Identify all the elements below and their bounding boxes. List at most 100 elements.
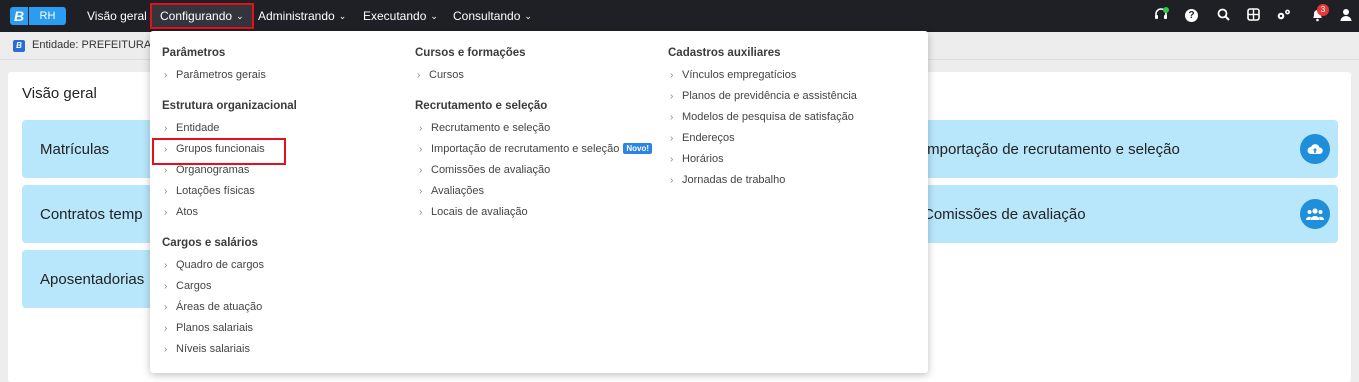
chevron-right-icon: ›	[164, 260, 168, 271]
chevron-right-icon: ›	[419, 123, 423, 134]
chevron-down-icon: ⌄	[236, 11, 244, 21]
chevron-right-icon: ›	[670, 112, 674, 123]
nav-visao-geral[interactable]: Visão geral	[87, 0, 147, 32]
menu-item-label: Planos salariais	[176, 322, 254, 334]
menu-item-label: Cursos	[429, 69, 464, 81]
menu-item-cargos[interactable]: › Cargos	[164, 280, 211, 292]
menu-item-planos-previdencia[interactable]: › Planos de previdência e assistência	[670, 90, 857, 102]
section-title-cargos-salarios: Cargos e salários	[162, 237, 258, 249]
section-title-estrutura-organizacional: Estrutura organizacional	[162, 100, 297, 112]
nav-administrando[interactable]: Administrando ⌄	[258, 0, 346, 32]
chevron-right-icon: ›	[164, 165, 168, 176]
menu-item-label: Atos	[176, 206, 199, 218]
section-title-parametros: Parâmetros	[162, 47, 226, 59]
menu-item-label: Organogramas	[176, 164, 250, 176]
apps-grid-icon[interactable]	[1245, 8, 1261, 24]
nav-label: Executando	[363, 9, 427, 23]
chevron-down-icon: ⌄	[338, 11, 347, 21]
chevron-right-icon: ›	[164, 70, 168, 81]
nav-consultando[interactable]: Consultando ⌄	[453, 0, 532, 32]
search-icon[interactable]	[1215, 8, 1231, 24]
menu-item-locais-avaliacao[interactable]: › Locais de avaliação	[419, 206, 528, 218]
menu-item-label: Cargos	[176, 280, 212, 292]
menu-item-organogramas[interactable]: › Organogramas	[164, 164, 249, 176]
entity-label[interactable]: Entidade: PREFEITURA D	[32, 39, 162, 51]
chevron-right-icon: ›	[164, 281, 168, 292]
nav-label: Visão geral	[87, 9, 147, 23]
menu-item-planos-salariais[interactable]: › Planos salariais	[164, 322, 253, 334]
card-importacao-recrutamento[interactable]: Importação de recrutamento e seleção	[905, 120, 1338, 178]
menu-item-lotacoes-fisicas[interactable]: › Lotações físicas	[164, 185, 255, 197]
users-icon	[1300, 199, 1330, 229]
card-label: Contratos temp	[40, 205, 143, 223]
app-logo[interactable]: B RH	[10, 7, 66, 25]
chevron-right-icon: ›	[670, 175, 674, 186]
menu-item-jornadas-trabalho[interactable]: › Jornadas de trabalho	[670, 174, 785, 186]
nav-configurando[interactable]: Configurando ⌄	[150, 3, 254, 29]
menu-item-label: Níveis salariais	[176, 343, 250, 355]
menu-item-label: Áreas de atuação	[176, 301, 263, 313]
chevron-right-icon: ›	[164, 186, 168, 197]
menu-item-atos[interactable]: › Atos	[164, 206, 198, 218]
section-title-recrutamento-selecao: Recrutamento e seleção	[415, 100, 548, 112]
settings-gears-icon[interactable]	[1276, 8, 1292, 24]
chevron-right-icon: ›	[670, 154, 674, 165]
menu-item-avaliacoes[interactable]: › Avaliações	[419, 185, 484, 197]
chevron-right-icon: ›	[417, 70, 421, 81]
chevron-right-icon: ›	[164, 123, 168, 134]
menu-item-enderecos[interactable]: › Endereços	[670, 132, 735, 144]
chevron-right-icon: ›	[419, 186, 423, 197]
menu-item-label: Importação de recrutamento e seleção	[431, 143, 620, 155]
menu-item-importacao-recrutamento[interactable]: › Importação de recrutamento e seleção Nov…	[419, 143, 652, 155]
bell-icon[interactable]: 3	[1309, 4, 1329, 24]
chevron-right-icon: ›	[164, 207, 168, 218]
chevron-right-icon: ›	[670, 91, 674, 102]
card-label: Importação de recrutamento e seleção	[923, 140, 1180, 158]
menu-item-label: Recrutamento e seleção	[431, 122, 551, 134]
menu-item-parametros-gerais[interactable]: › Parâmetros gerais	[164, 69, 266, 81]
chevron-down-icon: ⌄	[430, 11, 438, 21]
chevron-down-icon: ⌄	[524, 11, 532, 21]
entity-logo-icon: B	[13, 40, 25, 52]
menu-item-label: Horários	[682, 153, 724, 165]
chevron-right-icon: ›	[670, 70, 674, 81]
menu-item-quadro-cargos[interactable]: › Quadro de cargos	[164, 259, 264, 271]
chevron-right-icon: ›	[419, 144, 423, 155]
menu-item-cursos[interactable]: › Cursos	[417, 69, 464, 81]
menu-item-horarios[interactable]: › Horários	[670, 153, 724, 165]
menu-item-niveis-salariais[interactable]: › Níveis salariais	[164, 343, 250, 355]
configurando-dropdown-menu: Parâmetros › Parâmetros gerais Estrutura …	[150, 31, 928, 373]
menu-item-label: Quadro de cargos	[176, 259, 265, 271]
section-title-cursos-formacoes: Cursos e formações	[415, 47, 526, 59]
section-title-cadastros-auxiliares: Cadastros auxiliares	[668, 47, 781, 59]
chevron-right-icon: ›	[419, 207, 423, 218]
logo-product: RH	[28, 7, 66, 25]
menu-item-entidade[interactable]: › Entidade	[164, 122, 219, 134]
card-comissoes-avaliacao[interactable]: Comissões de avaliação	[905, 185, 1338, 243]
menu-item-comissoes-avaliacao[interactable]: › Comissões de avaliação	[419, 164, 550, 176]
headset-icon[interactable]	[1153, 7, 1169, 24]
menu-item-label: Jornadas de trabalho	[682, 174, 786, 186]
menu-item-label: Modelos de pesquisa de satisfação	[682, 111, 854, 123]
card-label: Aposentadorias	[40, 270, 145, 288]
menu-item-areas-atuacao[interactable]: › Áreas de atuação	[164, 301, 262, 313]
online-status-dot	[1163, 7, 1169, 13]
help-icon[interactable]: ?	[1185, 9, 1198, 22]
nav-label: Administrando	[258, 9, 335, 23]
chevron-right-icon: ›	[670, 133, 674, 144]
card-label: Comissões de avaliação	[923, 205, 1086, 223]
nav-executando[interactable]: Executando ⌄	[363, 0, 438, 32]
logo-mark: B	[10, 7, 28, 25]
menu-item-label: Parâmetros gerais	[176, 69, 266, 81]
user-icon[interactable]	[1338, 8, 1354, 24]
top-navbar: B RH Visão geral Configurando ⌄ Administr…	[0, 0, 1359, 32]
new-badge: Novo!	[623, 143, 652, 154]
menu-item-label: Locais de avaliação	[431, 206, 528, 218]
menu-item-label: Lotações físicas	[176, 185, 255, 197]
chevron-right-icon: ›	[164, 344, 168, 355]
nav-label: Consultando	[453, 9, 521, 23]
menu-item-vinculos-empregaticios[interactable]: › Vínculos empregatícios	[670, 69, 796, 81]
menu-item-recrutamento-selecao[interactable]: › Recrutamento e seleção	[419, 122, 550, 134]
chevron-right-icon: ›	[419, 165, 423, 176]
menu-item-modelos-pesquisa[interactable]: › Modelos de pesquisa de satisfação	[670, 111, 854, 123]
